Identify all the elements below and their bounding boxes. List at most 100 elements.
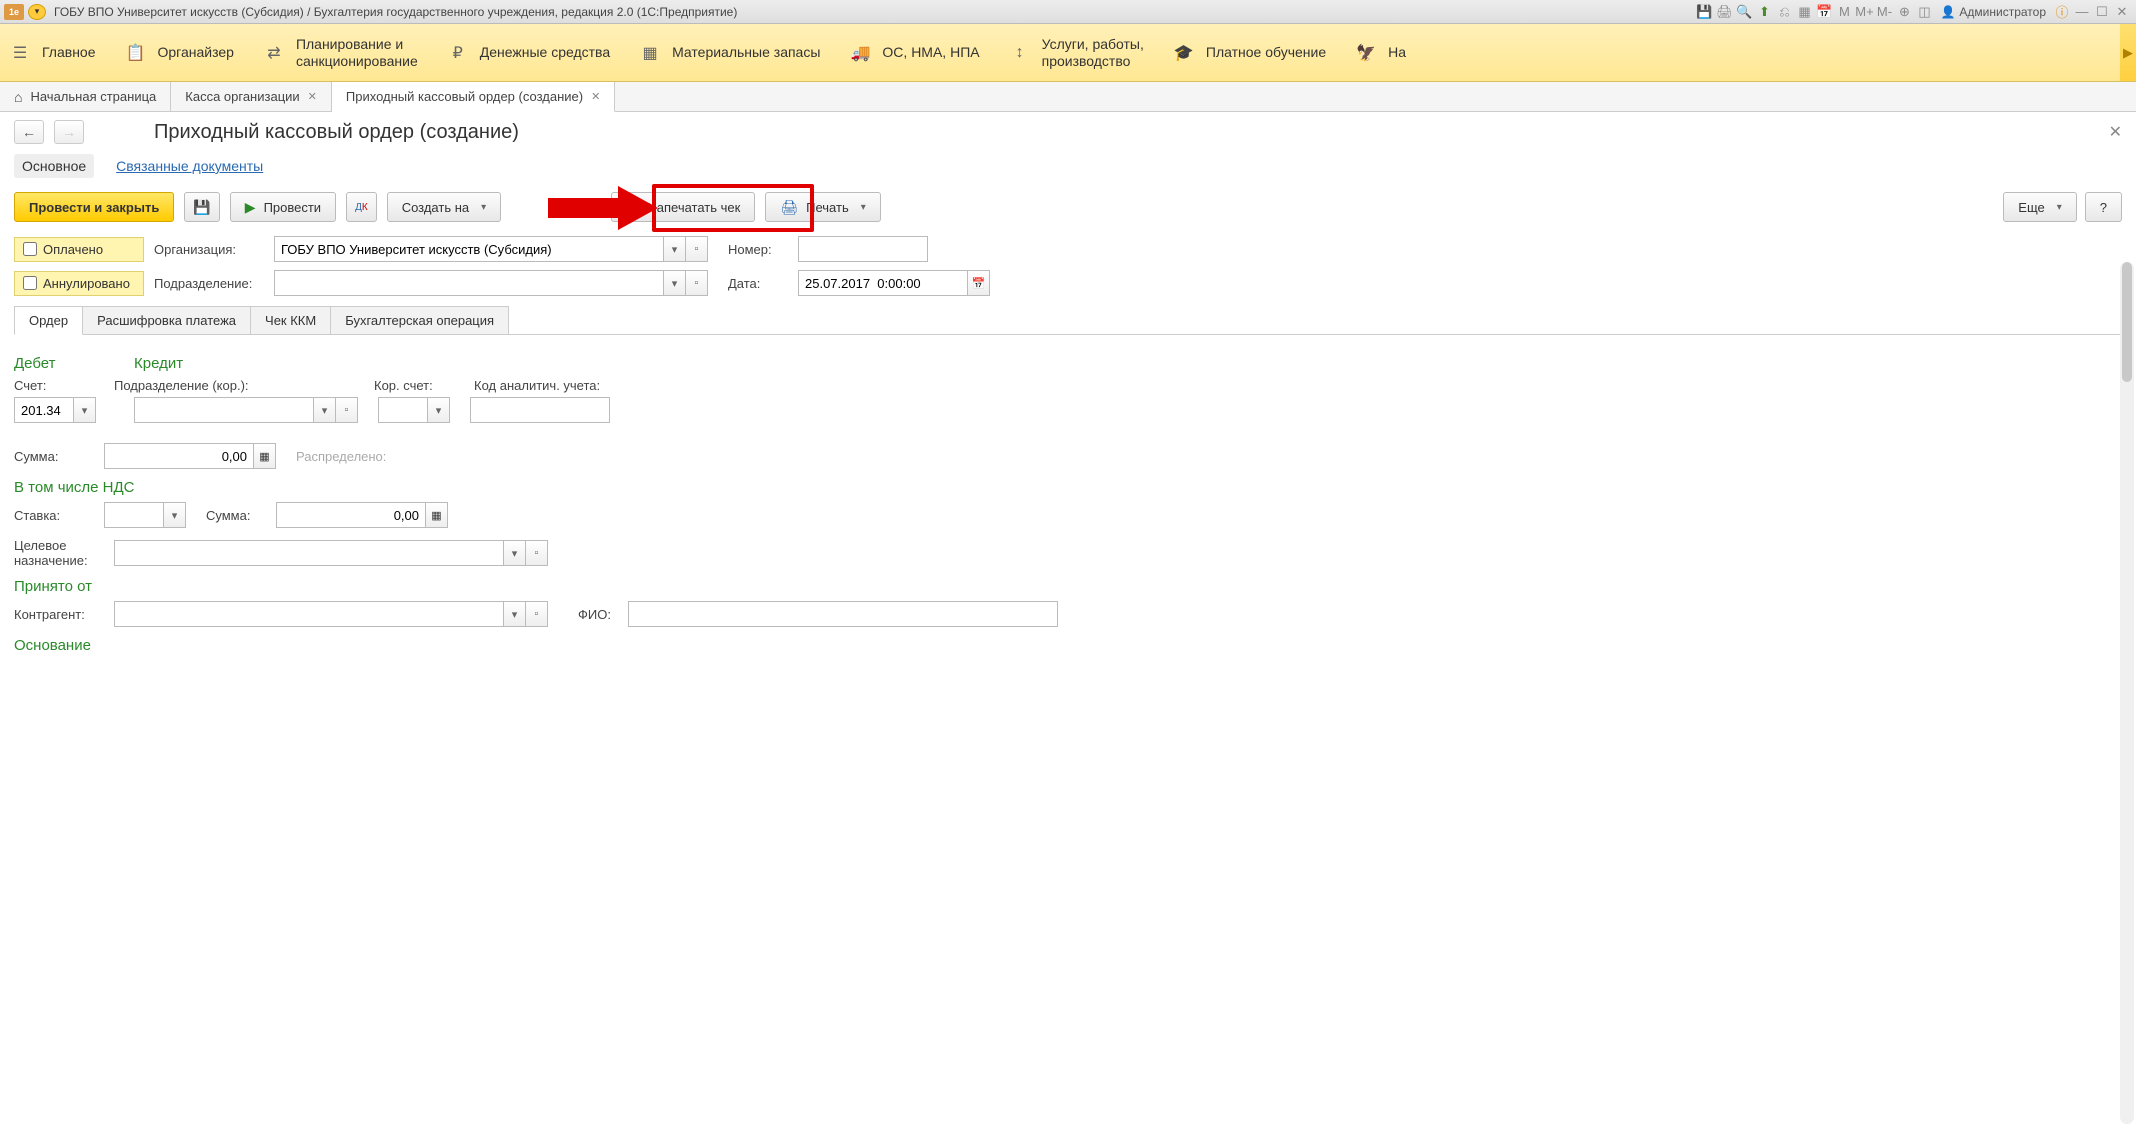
fio-label: ФИО:: [578, 607, 618, 622]
paid-checkbox-input[interactable]: [23, 242, 37, 256]
updown-icon: ↕: [1010, 43, 1030, 63]
m-minus-icon[interactable]: M-: [1874, 3, 1894, 21]
nav-main[interactable]: ☰Главное: [10, 43, 96, 63]
preview-icon[interactable]: 🔍: [1734, 3, 1754, 21]
print-check-button[interactable]: 🖶Напечатать чек: [611, 192, 755, 222]
vat-sum-input[interactable]: [276, 502, 426, 528]
nav-label: ОС, НМА, НПА: [882, 44, 979, 61]
cor-account-input[interactable]: [378, 397, 428, 423]
close-window-icon[interactable]: ✕: [2112, 3, 2132, 21]
purpose-input[interactable]: [114, 540, 504, 566]
nav-organizer[interactable]: 📋Органайзер: [126, 43, 234, 63]
dk-button[interactable]: ДК: [346, 192, 377, 222]
m-icon[interactable]: M: [1834, 3, 1854, 21]
titlebar-dropdown[interactable]: ▾: [28, 4, 46, 20]
vertical-scrollbar[interactable]: [2120, 262, 2134, 1124]
zoom-icon[interactable]: ⊕: [1894, 3, 1914, 21]
nav-money[interactable]: ₽Денежные средства: [448, 43, 610, 63]
tab-order[interactable]: Ордер: [14, 306, 83, 335]
compare-icon[interactable]: ⎌: [1774, 3, 1794, 21]
account-label: Счет:: [14, 378, 104, 393]
nav-more[interactable]: 🦅На: [1356, 43, 1406, 63]
tab-cash-order[interactable]: Приходный кассовый ордер (создание)✕: [332, 82, 615, 112]
org-dropdown-button[interactable]: ▾: [664, 236, 686, 262]
create-based-on-button[interactable]: Создать на: [387, 192, 501, 222]
sum-row: Сумма: ▦ Распределено:: [14, 443, 2122, 469]
close-tab-icon[interactable]: ✕: [308, 90, 317, 103]
paid-checkbox[interactable]: Оплачено: [14, 237, 144, 262]
tab-accounting-op[interactable]: Бухгалтерская операция: [330, 306, 509, 334]
scrollbar-thumb[interactable]: [2122, 262, 2132, 382]
fio-input[interactable]: [628, 601, 1058, 627]
dept-cor-input[interactable]: [134, 397, 314, 423]
paid-label: Оплачено: [43, 242, 103, 257]
page-content: ✕ ← → Приходный кассовый ордер (создание…: [0, 112, 2136, 1134]
dept-dropdown-button[interactable]: ▾: [664, 270, 686, 296]
calc-icon[interactable]: ▦: [1794, 3, 1814, 21]
org-input[interactable]: [274, 236, 664, 262]
minimize-icon[interactable]: —: [2072, 3, 2092, 21]
save-icon[interactable]: 💾: [1694, 3, 1714, 21]
account-dropdown-button[interactable]: ▾: [74, 397, 96, 423]
dept-select-button[interactable]: ▫: [686, 270, 708, 296]
org-input-group: ▾ ▫: [274, 236, 708, 262]
panels-icon[interactable]: ◫: [1914, 3, 1934, 21]
nav-assets[interactable]: 🚚 ОС, НМА, НПА: [850, 43, 979, 63]
m-plus-icon[interactable]: M+: [1854, 3, 1874, 21]
counterparty-select-button[interactable]: ▫: [526, 601, 548, 627]
received-header: Принято от: [14, 578, 2122, 595]
sum-calc-button[interactable]: ▦: [254, 443, 276, 469]
nav-services[interactable]: ↕Услуги, работы, производство: [1010, 36, 1144, 70]
close-page-icon[interactable]: ✕: [2109, 122, 2122, 142]
purpose-select-button[interactable]: ▫: [526, 540, 548, 566]
counterparty-dropdown-button[interactable]: ▾: [504, 601, 526, 627]
date-picker-button[interactable]: 📅: [968, 270, 990, 296]
help-button[interactable]: ?: [2085, 192, 2122, 222]
org-select-button[interactable]: ▫: [686, 236, 708, 262]
date-input[interactable]: [798, 270, 968, 296]
nav-education[interactable]: 🎓Платное обучение: [1174, 43, 1326, 63]
nav-planning[interactable]: ⇄Планирование и санкционирование: [264, 36, 418, 70]
tab-home[interactable]: ⌂Начальная страница: [0, 82, 171, 111]
form-row-org: Оплачено Организация: ▾ ▫ Номер:: [14, 236, 2122, 262]
nav-scroll-right[interactable]: ▶: [2120, 24, 2136, 81]
sum-input[interactable]: [104, 443, 254, 469]
calendar-icon[interactable]: 📅: [1814, 3, 1834, 21]
cancelled-checkbox-input[interactable]: [23, 276, 37, 290]
purpose-dropdown-button[interactable]: ▾: [504, 540, 526, 566]
rate-dropdown-button[interactable]: ▾: [164, 502, 186, 528]
post-and-close-button[interactable]: Провести и закрыть: [14, 192, 174, 222]
nav-materials[interactable]: ▦Материальные запасы: [640, 43, 820, 63]
dept-input[interactable]: [274, 270, 664, 296]
close-tab-icon[interactable]: ✕: [591, 90, 600, 103]
print-icon[interactable]: 🖨: [1714, 3, 1734, 21]
main-nav: ☰Главное 📋Органайзер ⇄Планирование и сан…: [0, 24, 2136, 82]
info-icon[interactable]: ⓘ: [2052, 3, 2072, 21]
cancelled-checkbox[interactable]: Аннулировано: [14, 271, 144, 296]
maximize-icon[interactable]: ☐: [2092, 3, 2112, 21]
user-label[interactable]: 👤Администратор: [1940, 5, 2046, 19]
analytic-input[interactable]: [470, 397, 610, 423]
cor-account-dropdown-button[interactable]: ▾: [428, 397, 450, 423]
print-button[interactable]: 🖨Печать: [765, 192, 880, 222]
tab-cash-register[interactable]: Касса организации✕: [171, 82, 332, 111]
print-icon: 🖨: [780, 199, 798, 216]
rate-input[interactable]: [104, 502, 164, 528]
nav-back-button[interactable]: ←: [14, 120, 44, 144]
subnav-main[interactable]: Основное: [14, 154, 94, 178]
tab-payment-detail[interactable]: Расшифровка платежа: [82, 306, 251, 334]
subnav-related-docs[interactable]: Связанные документы: [108, 154, 271, 178]
upload-icon[interactable]: ⬆: [1754, 3, 1774, 21]
save-button[interactable]: 💾: [184, 192, 219, 222]
counterparty-input[interactable]: [114, 601, 504, 627]
truck-icon: 🚚: [850, 43, 870, 63]
post-button[interactable]: ▶Провести: [230, 192, 336, 222]
dept-cor-select-button[interactable]: ▫: [336, 397, 358, 423]
vat-calc-button[interactable]: ▦: [426, 502, 448, 528]
tab-check-kkm[interactable]: Чек ККМ: [250, 306, 331, 334]
dept-cor-dropdown-button[interactable]: ▾: [314, 397, 336, 423]
more-button[interactable]: Еще: [2003, 192, 2076, 222]
account-input[interactable]: [14, 397, 74, 423]
number-input[interactable]: [798, 236, 928, 262]
nav-forward-button[interactable]: →: [54, 120, 84, 144]
